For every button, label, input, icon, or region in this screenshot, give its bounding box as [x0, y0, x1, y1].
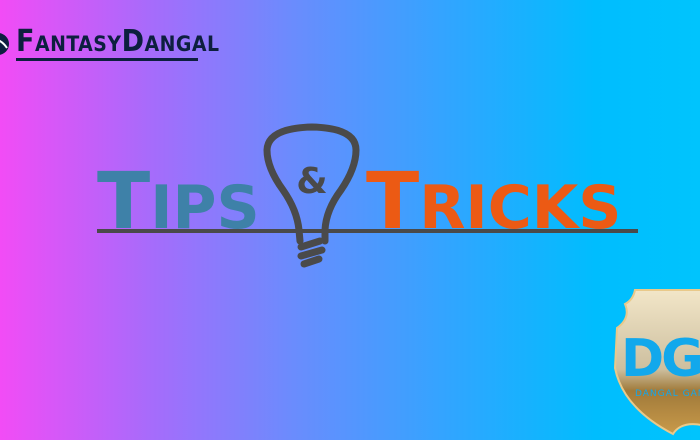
title-graphic: TIPS TRICKS & — [97, 123, 638, 268]
title-tips: TIPS — [97, 157, 260, 247]
badge-label: DANGAL GAMES — [635, 389, 700, 399]
badge-monogram: DG — [621, 329, 700, 389]
title-tricks: TRICKS — [366, 157, 621, 247]
dangal-games-badge: DG DANGAL GAMES — [613, 289, 700, 436]
title-underline — [97, 229, 638, 233]
ampersand: & — [296, 161, 327, 202]
